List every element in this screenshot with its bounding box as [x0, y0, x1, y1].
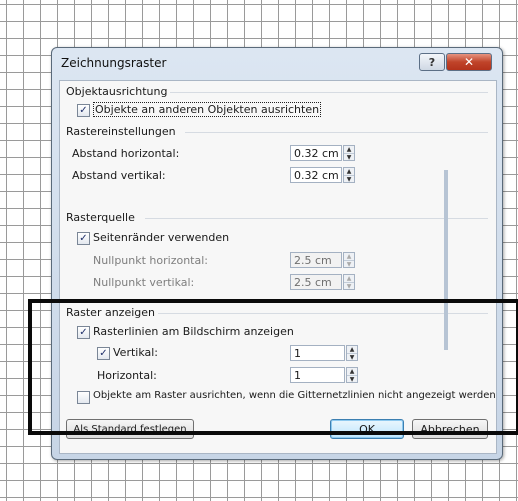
show-gridlines-checkbox[interactable]: ✓	[77, 326, 90, 339]
spin-up-icon[interactable]: ▲	[347, 346, 357, 354]
separator	[170, 92, 488, 93]
spin-down-icon[interactable]: ▼	[347, 376, 357, 383]
nullpunkt-vertikal-label: Nullpunkt vertikal:	[93, 276, 195, 289]
close-button[interactable]: ✕	[446, 53, 492, 71]
vertical-label[interactable]: Vertikal:	[113, 346, 158, 359]
ok-button[interactable]: OK	[330, 419, 404, 439]
dialog-title: Zeichnungsraster	[61, 56, 167, 70]
close-icon: ✕	[463, 55, 475, 69]
horizontal-spinner[interactable]: ▲ ▼	[346, 367, 358, 383]
abstand-horizontal-spinner[interactable]: ▲ ▼	[343, 145, 355, 161]
section-objektausrichtung: Objektausrichtung	[66, 85, 168, 98]
nullpunkt-horizontal-spinner: ▲ ▼	[343, 252, 355, 268]
snap-to-objects-label[interactable]: Objekte an anderen Objekten ausrichten	[93, 102, 322, 117]
section-rastereinstellungen: Rastereinstellungen	[66, 125, 176, 138]
nullpunkt-vertikal-input: 2.5 cm	[290, 274, 342, 290]
vertical-spinner[interactable]: ▲ ▼	[346, 345, 358, 361]
checkmark-icon: ✓	[79, 232, 88, 244]
use-margins-checkbox[interactable]: ✓	[77, 232, 90, 245]
snap-when-hidden-label[interactable]: Objekte am Raster ausrichten, wenn die G…	[93, 390, 496, 401]
show-gridlines-label[interactable]: Rasterlinien am Bildschirm anzeigen	[93, 325, 294, 338]
drawing-grid-dialog: Zeichnungsraster ? ✕ Objektausrichtung ✓…	[51, 47, 503, 460]
spin-up-icon: ▲	[344, 253, 354, 261]
abstand-vertikal-input[interactable]: 0.32 cm	[290, 167, 342, 183]
nullpunkt-horizontal-label: Nullpunkt horizontal:	[93, 254, 208, 267]
spin-down-icon: ▼	[346, 261, 352, 268]
title-bar: Zeichnungsraster ? ✕	[52, 48, 502, 74]
help-icon: ?	[428, 55, 436, 69]
abstand-vertikal-label: Abstand vertikal:	[72, 169, 166, 182]
separator	[158, 313, 488, 314]
background-scrollbar-edge	[444, 170, 448, 350]
set-default-button[interactable]: Als Standard festlegen	[66, 419, 194, 439]
spin-down-icon[interactable]: ▼	[344, 154, 354, 161]
spin-down-icon: ▼	[346, 283, 352, 290]
abstand-horizontal-input[interactable]: 0.32 cm	[290, 145, 342, 161]
section-rasterquelle: Rasterquelle	[66, 211, 135, 224]
checkmark-icon: ✓	[79, 104, 88, 116]
nullpunkt-vertikal-spinner: ▲ ▼	[343, 274, 355, 290]
abstand-vertikal-spinner[interactable]: ▲ ▼	[343, 167, 355, 183]
horizontal-input[interactable]: 1	[290, 367, 345, 383]
abstand-horizontal-label: Abstand horizontal:	[72, 147, 180, 160]
separator	[145, 218, 488, 219]
spin-up-icon[interactable]: ▲	[344, 168, 354, 176]
vertical-input[interactable]: 1	[290, 345, 345, 361]
help-button[interactable]: ?	[419, 53, 445, 71]
spin-down-icon[interactable]: ▼	[347, 354, 357, 361]
section-raster-anzeigen: Raster anzeigen	[66, 306, 156, 319]
checkmark-icon: ✓	[99, 347, 108, 359]
spin-up-icon[interactable]: ▲	[344, 146, 354, 154]
snap-when-hidden-checkbox[interactable]	[77, 391, 90, 404]
spin-up-icon: ▲	[344, 275, 354, 283]
nullpunkt-horizontal-input: 2.5 cm	[290, 252, 342, 268]
spin-up-icon[interactable]: ▲	[347, 368, 357, 376]
checkmark-icon: ✓	[79, 326, 88, 338]
cancel-button[interactable]: Abbrechen	[412, 419, 488, 439]
use-margins-label[interactable]: Seitenränder verwenden	[93, 231, 229, 244]
snap-to-objects-checkbox[interactable]: ✓	[77, 104, 90, 117]
separator	[185, 132, 488, 133]
dialog-content: Objektausrichtung ✓ Objekte an anderen O…	[59, 80, 497, 454]
spin-down-icon[interactable]: ▼	[344, 176, 354, 183]
horizontal-label: Horizontal:	[97, 369, 157, 382]
vertical-checkbox[interactable]: ✓	[97, 347, 110, 360]
